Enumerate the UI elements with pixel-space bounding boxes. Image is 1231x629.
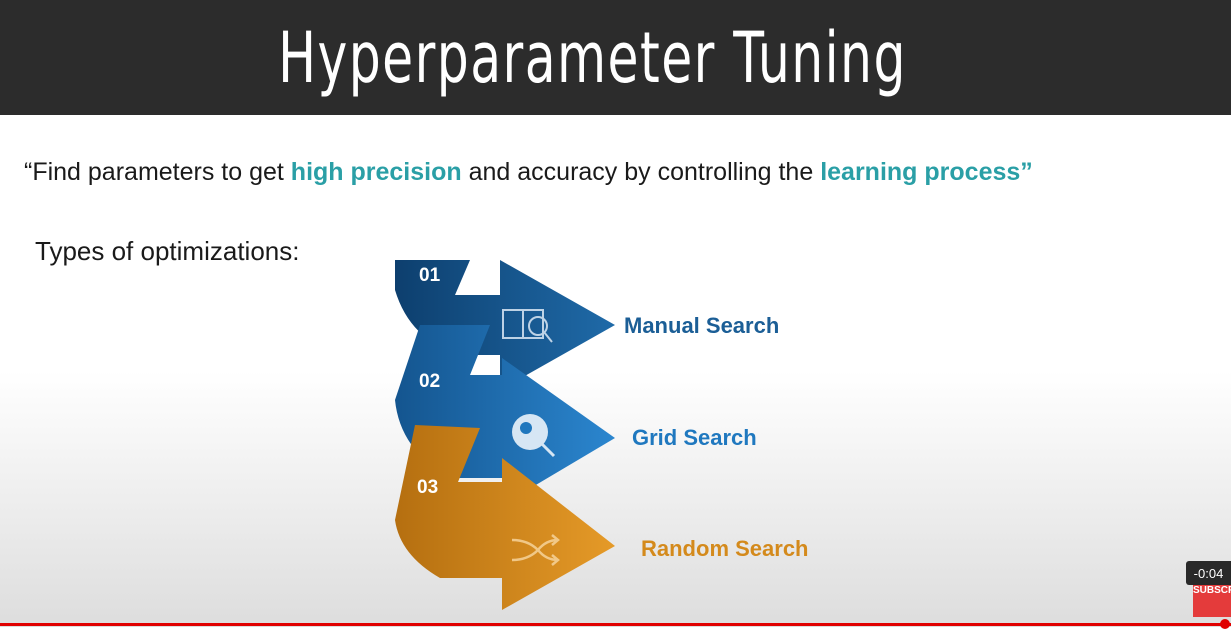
video-progress-bar[interactable]	[0, 623, 1231, 626]
subscribe-label: SUBSCRIBE	[1193, 585, 1231, 596]
step-2-label: Grid Search	[632, 425, 757, 450]
slide-title: Hyperparameter Tuning	[278, 16, 907, 99]
slide-quote: “Find parameters to get high precision a…	[24, 158, 1033, 187]
step-3-number: 03	[417, 477, 439, 498]
step-1-number: 01	[419, 265, 441, 286]
optimization-infographic	[395, 260, 615, 610]
title-bar: Hyperparameter Tuning	[0, 0, 1231, 115]
step-1-label: Manual Search	[624, 313, 780, 338]
quote-text-2: and accuracy by controlling the	[461, 158, 821, 186]
step-3-label: Random Search	[641, 536, 809, 561]
quote-highlight-1: high precision	[290, 158, 462, 186]
quote-text-1: “Find parameters to get	[24, 158, 291, 186]
time-remaining: -0:04	[1186, 561, 1231, 585]
subscribe-button[interactable]: SUBSCRIBE	[1193, 585, 1231, 617]
progress-scrubber-handle[interactable]	[1220, 619, 1230, 629]
types-label: Types of optimizations:	[35, 236, 300, 266]
quote-highlight-2: learning process”	[820, 158, 1033, 186]
step-2-number: 02	[419, 371, 441, 392]
